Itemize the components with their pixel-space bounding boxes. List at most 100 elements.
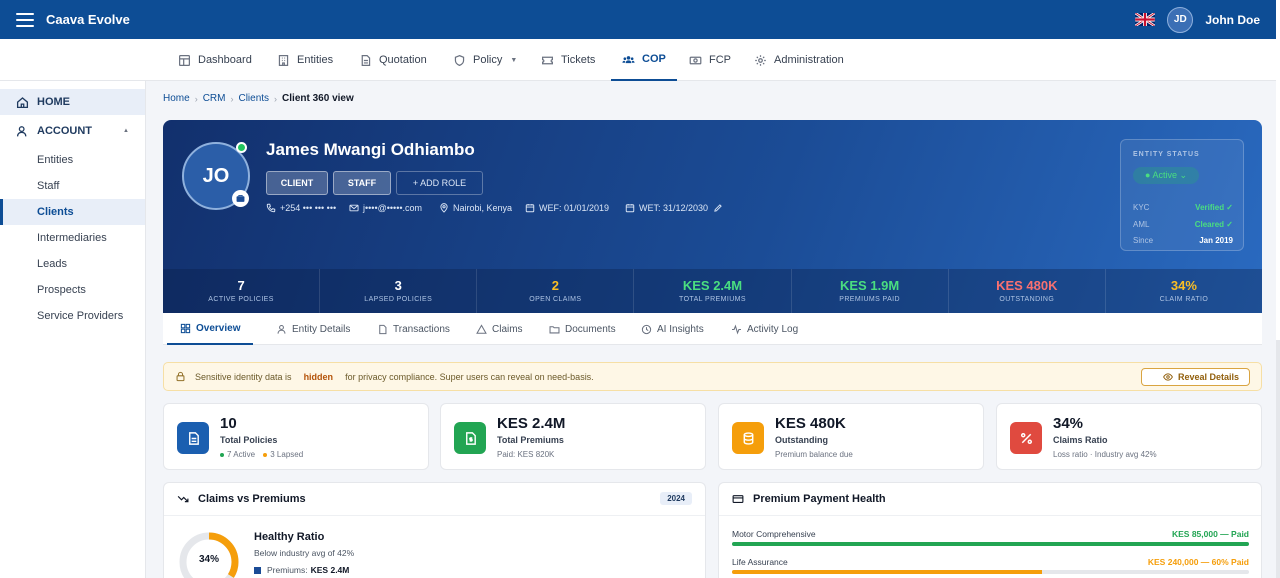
status-dropdown[interactable]: ● Active ⌄ <box>1133 167 1199 184</box>
breadcrumb-crm[interactable]: CRM <box>203 93 226 104</box>
client-email: j••••@•••••.com <box>349 203 422 213</box>
role-staff-button[interactable]: STAFF <box>333 171 391 195</box>
nav-label: COP <box>642 53 666 65</box>
sidebar-item-entities[interactable]: Entities <box>0 147 145 173</box>
nav-fcp[interactable]: FCP <box>689 39 731 81</box>
nav-dashboard[interactable]: Dashboard <box>178 39 252 81</box>
kpi-value: 34% <box>1053 415 1084 432</box>
kpi-sub-lapsed: 3 Lapsed <box>270 450 304 459</box>
page-scrollbar[interactable] <box>1276 0 1280 578</box>
tab-label: Entity Details <box>292 323 351 335</box>
sidebar-item-intermediaries[interactable]: Intermediaries <box>0 225 145 251</box>
tab-ai-insights[interactable]: AI Insights <box>641 313 704 345</box>
sidebar-item-staff[interactable]: Staff <box>0 173 145 199</box>
panel-title: Claims vs Premiums <box>177 493 306 505</box>
nav-tickets[interactable]: Tickets <box>541 39 595 81</box>
main-nav: Dashboard Entities Quotation Policy ▼ Ti… <box>0 39 1276 81</box>
breadcrumb-separator: › <box>194 93 198 104</box>
healthy-ratio-title: Healthy Ratio <box>254 531 325 543</box>
aml-label: AML <box>1133 220 1150 229</box>
nav-quotation[interactable]: Quotation <box>359 39 427 81</box>
tab-label: Activity Log <box>747 323 799 335</box>
sidebar-home[interactable]: HOME <box>0 89 145 115</box>
tab-transactions[interactable]: Transactions <box>377 313 450 345</box>
add-role-button[interactable]: + ADD ROLE <box>396 171 483 195</box>
briefcase-icon[interactable] <box>232 190 249 207</box>
nav-entities[interactable]: Entities <box>277 39 333 81</box>
nav-administration[interactable]: Administration <box>754 39 844 81</box>
home-icon <box>16 96 29 108</box>
user-name[interactable]: John Doe <box>1205 13 1260 27</box>
user-icon <box>277 324 286 334</box>
money-file-icon <box>454 422 486 454</box>
sidebar-item-service-providers[interactable]: Service Providers <box>0 303 145 329</box>
nav-label: Policy <box>473 54 503 66</box>
nav-label: Quotation <box>379 54 427 66</box>
edit-pencil-icon[interactable] <box>713 203 723 213</box>
payment-row-motor: Motor Comprehensive KES 85,000 — Paid <box>732 529 1249 539</box>
stat-active-policies: 7 ACTIVE POLICIES <box>163 269 321 313</box>
reveal-details-button[interactable]: Reveal Details <box>1140 368 1250 386</box>
sidebar-item-leads[interactable]: Leads <box>0 251 145 277</box>
breadcrumb-home[interactable]: Home <box>163 93 190 104</box>
building-icon <box>278 54 289 66</box>
sidebar-account-label: ACCOUNT <box>37 125 92 137</box>
folder-icon <box>549 325 560 333</box>
sidebar-item-prospects[interactable]: Prospects <box>0 277 145 303</box>
dashboard-icon <box>179 54 190 66</box>
nav-cop[interactable]: COP <box>611 39 677 81</box>
breadcrumb: Home › CRM › Clients › Client 360 view <box>163 93 354 104</box>
breadcrumb-clients[interactable]: Clients <box>238 93 269 104</box>
tab-documents[interactable]: Documents <box>549 313 616 345</box>
nav-label: Entities <box>297 54 334 66</box>
kyc-label: KYC <box>1133 203 1150 212</box>
kpi-claims-ratio: 34% Claims Ratio Loss ratio · Industry a… <box>996 403 1262 470</box>
uk-flag-icon[interactable] <box>1135 13 1156 26</box>
client-phone: +254 ••• ••• ••• <box>266 203 336 213</box>
notice-prefix: Sensitive identity data is <box>195 371 292 382</box>
menu-icon[interactable] <box>16 12 34 27</box>
payment-name: Motor Comprehensive <box>732 529 816 539</box>
user-avatar[interactable]: JD <box>1167 6 1194 33</box>
kyc-row: KYC Verified ✓ <box>1133 203 1233 212</box>
year-badge[interactable]: 2024 <box>660 492 692 505</box>
tab-claims[interactable]: Claims <box>476 313 523 345</box>
sidebar-item-label: Leads <box>37 258 67 270</box>
client-name: James Mwangi Odhiambo <box>266 140 475 159</box>
tab-overview[interactable]: Overview <box>167 313 254 345</box>
stat-value: KES 1.9M <box>840 278 900 293</box>
nav-policy[interactable]: Policy ▼ <box>453 39 517 81</box>
payment-progress-fill <box>732 542 1249 546</box>
tab-entity-details[interactable]: Entity Details <box>276 313 350 345</box>
payment-progress-fill <box>732 570 1043 574</box>
kpi-total-premiums: KES 2.4M Total Premiums Paid: KES 820K <box>440 403 706 470</box>
kpi-label: Outstanding <box>775 435 828 445</box>
client-wet: WET: 31/12/2030 <box>625 203 723 213</box>
stat-label: CLAIM RATIO <box>1159 296 1209 303</box>
credit-card-icon <box>732 495 744 503</box>
tab-activity-log[interactable]: Activity Log <box>731 313 798 345</box>
payment-status: KES 240,000 — 60% Paid <box>1147 557 1249 567</box>
kpi-sub: Paid: KES 820K <box>497 450 555 459</box>
warning-icon <box>476 323 487 334</box>
breadcrumb-separator: › <box>230 93 234 104</box>
sidebar-item-clients[interactable]: Clients <box>0 199 145 225</box>
scrollbar-thumb <box>1276 0 1280 340</box>
notice-suffix: for privacy compliance. Super users can … <box>345 371 594 382</box>
kpi-sub: Premium balance due <box>775 450 853 459</box>
phone-text: +254 ••• ••• ••• <box>280 203 337 213</box>
role-client-button[interactable]: CLIENT <box>266 171 328 195</box>
stat-value: 2 <box>551 278 559 293</box>
breadcrumb-current: Client 360 view <box>282 93 354 104</box>
since-row: Since Jan 2019 <box>1133 236 1233 245</box>
payment-progress-motor <box>732 542 1249 546</box>
sidebar-item-label: Staff <box>37 180 60 192</box>
sidebar-account[interactable]: ACCOUNT ▲ <box>0 118 145 144</box>
gear-icon <box>755 54 766 66</box>
clock-icon <box>641 324 652 334</box>
premiums-legend: Premiums: KES 2.4M <box>254 565 349 575</box>
email-text: j••••@•••••.com <box>363 203 422 213</box>
stat-open-claims: 2 OPEN CLAIMS <box>477 269 635 313</box>
panel-divider <box>164 515 705 516</box>
document-icon <box>379 324 387 334</box>
